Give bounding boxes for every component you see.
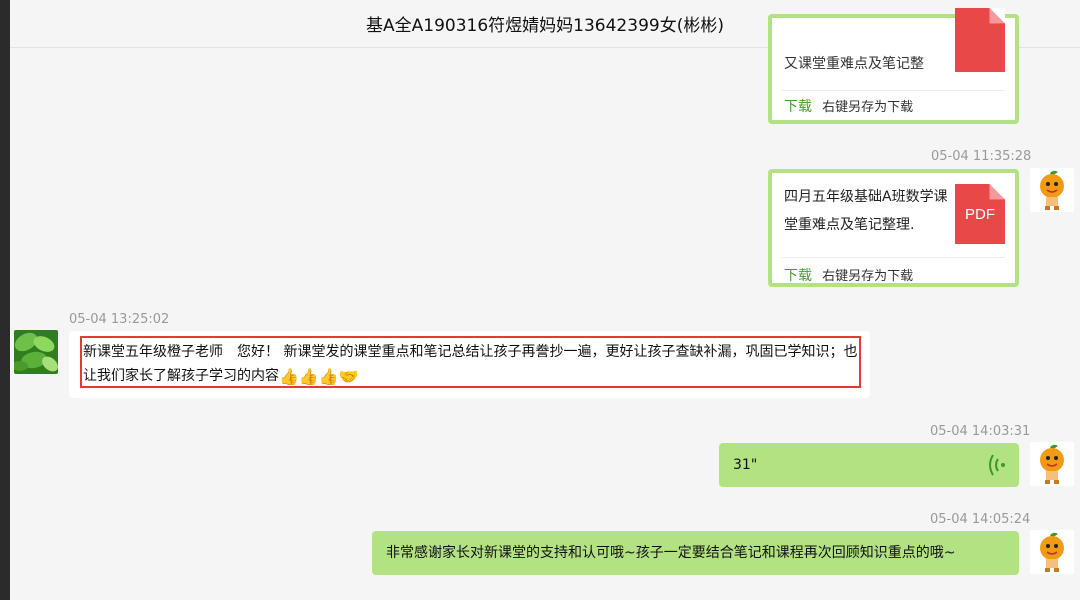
- message-timestamp: 05-04 13:25:02: [69, 312, 170, 327]
- pdf-file-icon: PDF: [955, 184, 1005, 244]
- download-link[interactable]: 下载: [784, 99, 812, 115]
- message-timestamp: 05-04 14:03:31: [930, 424, 1031, 439]
- voice-message-bubble[interactable]: 31": [719, 443, 1019, 487]
- chat-title: 基A全A190316符煜婧妈妈13642399女(彬彬): [366, 16, 724, 36]
- orange-mascot-avatar-icon[interactable]: [1030, 530, 1074, 574]
- outgoing-text-bubble[interactable]: 非常感谢家长对新课堂的支持和认可哦~孩子一定要结合笔记和课程再次回顾知识重点的哦…: [372, 531, 1019, 575]
- orange-mascot-avatar-icon[interactable]: [1030, 442, 1074, 486]
- download-row: 下载 右键另存为下载: [784, 96, 913, 116]
- download-row: 下载 右键另存为下载: [784, 265, 913, 285]
- voice-duration: 31": [733, 457, 758, 473]
- file-message-card[interactable]: 又课堂重难点及笔记整 下载 右键另存为下载: [768, 8, 1019, 124]
- file-name: 又课堂重难点及笔记整: [784, 56, 924, 72]
- message-timestamp: 05-04 14:05:24: [930, 512, 1031, 527]
- saveas-hint: 右键另存为下载: [822, 269, 914, 284]
- message-text: 非常感谢家长对新课堂的支持和认可哦~孩子一定要结合笔记和课程再次回顾知识重点的哦…: [386, 545, 956, 561]
- voice-wave-icon: [987, 453, 1007, 481]
- message-timestamp: 05-04 11:35:28: [931, 149, 1032, 164]
- file-message-card[interactable]: 四月五年级基础A班数学课堂重难点及笔记整理. PDF 下载 右键另存为下载: [768, 169, 1019, 287]
- red-highlight-box: [80, 336, 861, 388]
- divider: [782, 90, 1005, 91]
- orange-mascot-avatar-icon[interactable]: [1030, 168, 1074, 212]
- file-name: 四月五年级基础A班数学课堂重难点及笔记整理.: [784, 189, 948, 233]
- divider: [782, 257, 1005, 258]
- download-link[interactable]: 下载: [784, 268, 812, 284]
- pdf-file-icon: [955, 8, 1005, 72]
- pdf-label: PDF: [965, 205, 995, 223]
- chat-window: 基A全A190316符煜婧妈妈13642399女(彬彬) 又课堂重难点及笔记整 …: [10, 0, 1080, 600]
- green-leaves-avatar-icon[interactable]: [14, 330, 58, 374]
- saveas-hint: 右键另存为下载: [822, 100, 914, 115]
